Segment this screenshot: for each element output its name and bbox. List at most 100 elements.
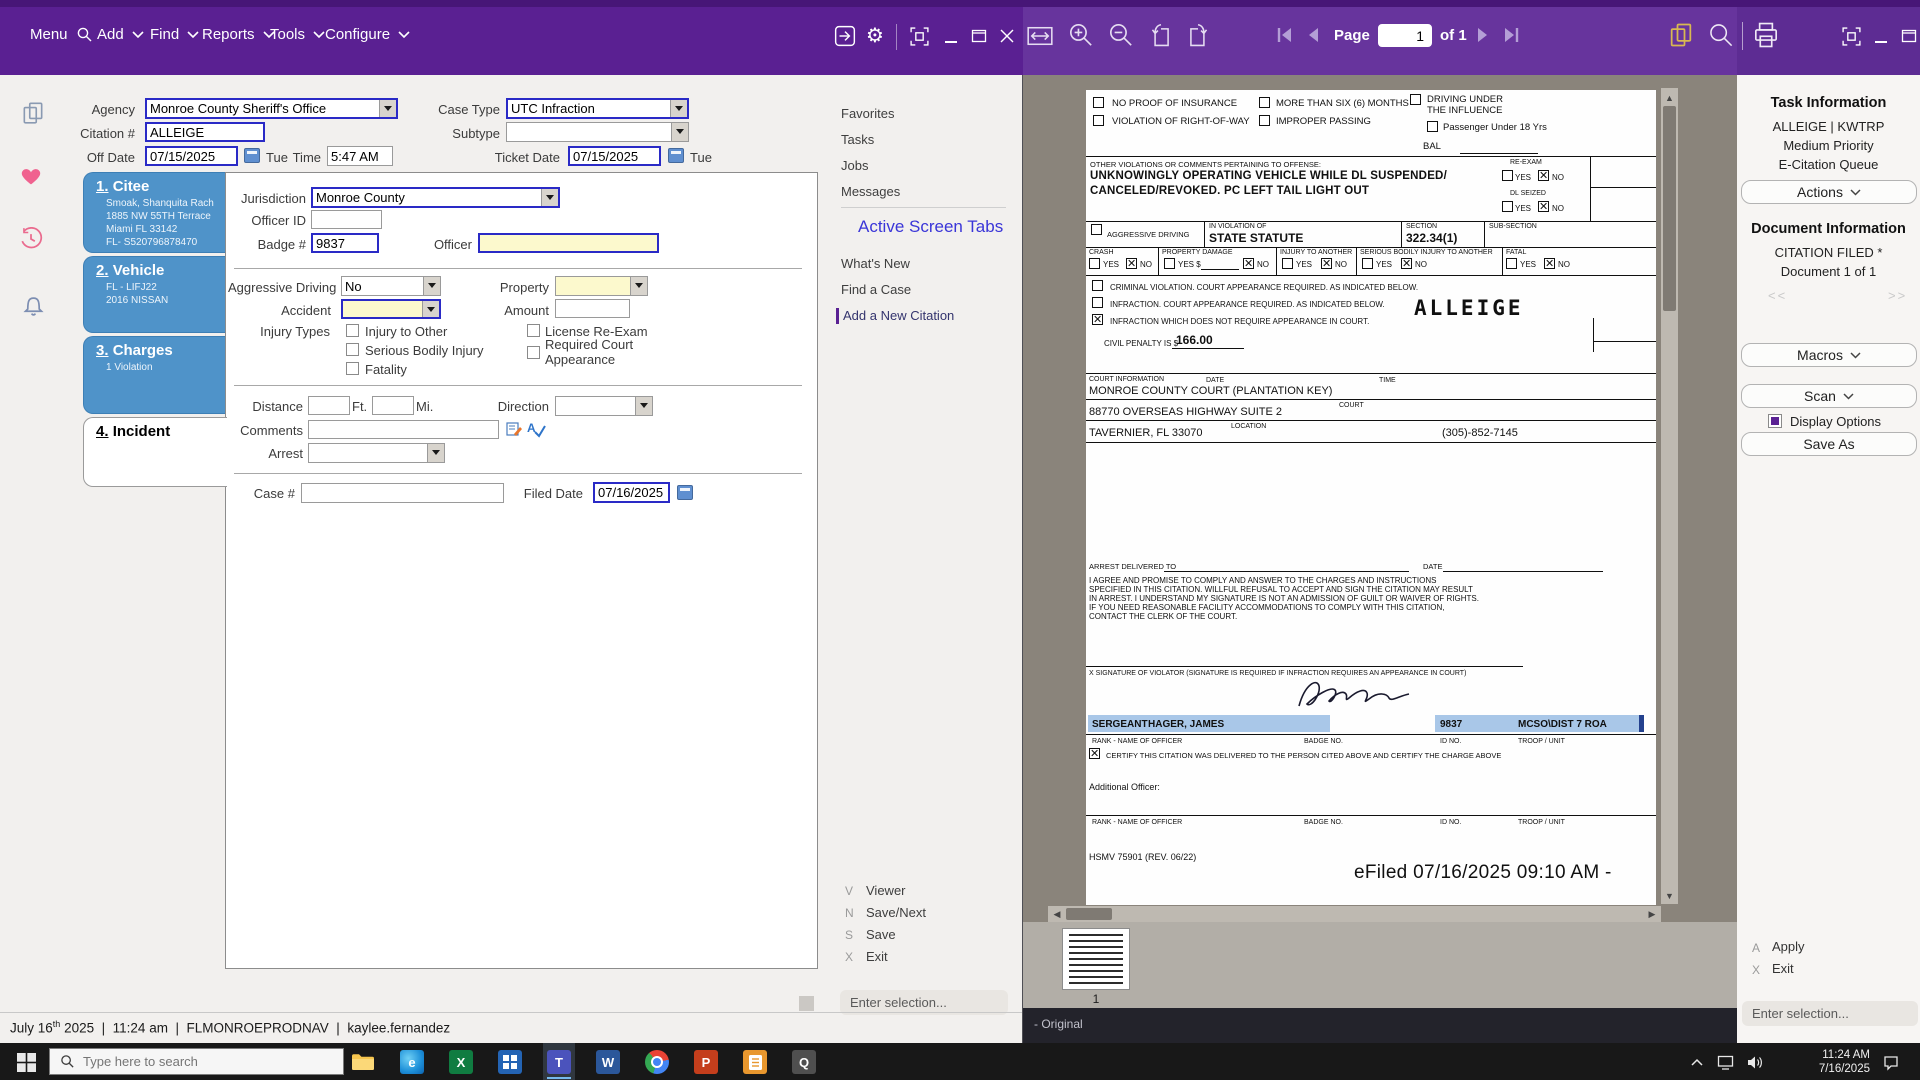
- menu-find[interactable]: Find: [150, 26, 199, 43]
- pages-panel-button[interactable]: [1666, 18, 1696, 52]
- dropdown-arrow-icon[interactable]: [379, 100, 396, 117]
- spell-check-button[interactable]: A: [526, 419, 546, 439]
- dropdown-arrow-icon[interactable]: [670, 100, 687, 117]
- dropdown-arrow-icon[interactable]: [541, 189, 558, 206]
- sidebar-item-jobs[interactable]: Jobs: [841, 158, 868, 173]
- jurisdiction-select[interactable]: Monroe County: [311, 187, 560, 208]
- exit-shortcut[interactable]: Exit: [1772, 961, 1794, 976]
- print-button[interactable]: [1750, 18, 1782, 52]
- citation-number-input[interactable]: [145, 122, 265, 142]
- sidebar-find-a-case[interactable]: Find a Case: [841, 282, 911, 297]
- next-page-button[interactable]: [1470, 20, 1496, 50]
- agency-select[interactable]: Monroe County Sheriff's Office: [145, 98, 398, 119]
- tab-citee[interactable]: 1. Citee Smoak, Shanquita Rach 1885 NW 5…: [83, 172, 225, 253]
- serious-bodily-injury-checkbox[interactable]: [346, 343, 359, 356]
- direction-select[interactable]: [555, 396, 653, 416]
- scroll-right-icon[interactable]: ▶: [1645, 906, 1659, 922]
- menu-reports[interactable]: Reports: [202, 26, 275, 43]
- taskbar-powerpoint-icon[interactable]: P: [694, 1050, 718, 1074]
- accident-select[interactable]: [341, 299, 441, 319]
- panel-minimize-button[interactable]: [1868, 21, 1894, 51]
- dropdown-arrow-icon[interactable]: [422, 301, 439, 317]
- tray-volume-icon[interactable]: [1744, 1052, 1766, 1072]
- dropdown-arrow-icon[interactable]: [423, 277, 440, 295]
- dropdown-arrow-icon[interactable]: [427, 444, 444, 462]
- shortcut-save-next[interactable]: Save/Next: [866, 905, 926, 920]
- ticket-date-input[interactable]: [568, 146, 661, 166]
- sidebar-active-screen-tabs[interactable]: Active Screen Tabs: [858, 217, 1003, 237]
- page-number-input[interactable]: [1378, 24, 1432, 47]
- distance-mi-input[interactable]: [372, 396, 414, 415]
- time-input[interactable]: [327, 146, 393, 166]
- rotate-right-button[interactable]: [1183, 19, 1213, 53]
- favorites-rail-button[interactable]: [18, 163, 44, 189]
- dropdown-arrow-icon[interactable]: [671, 123, 688, 141]
- rotate-left-button[interactable]: [1146, 19, 1176, 53]
- case-type-select[interactable]: UTC Infraction: [506, 98, 689, 119]
- menu-tools[interactable]: Tools: [270, 26, 325, 43]
- taskbar-file-explorer-icon[interactable]: [351, 1050, 375, 1074]
- taskbar-edge-icon[interactable]: e: [400, 1050, 424, 1074]
- document-search-button[interactable]: [1706, 18, 1736, 52]
- tray-clock[interactable]: 11:24 AM 7/16/2025: [1786, 1048, 1870, 1076]
- previous-document-button[interactable]: <<: [1768, 288, 1787, 303]
- scrollbar-thumb[interactable]: [1066, 908, 1112, 920]
- last-page-button[interactable]: [1498, 20, 1524, 50]
- comments-input[interactable]: [308, 420, 499, 439]
- zoom-in-button[interactable]: [1066, 18, 1096, 52]
- taskbar-search-box[interactable]: [49, 1048, 344, 1075]
- resize-grip[interactable]: [799, 996, 814, 1011]
- distance-ft-input[interactable]: [308, 396, 350, 415]
- amount-input[interactable]: [555, 299, 630, 318]
- taskbar-grid-app-icon[interactable]: [498, 1050, 522, 1074]
- sidebar-whats-new[interactable]: What's New: [841, 256, 910, 271]
- previous-page-button[interactable]: [1300, 20, 1326, 50]
- shortcut-viewer[interactable]: Viewer: [866, 883, 906, 898]
- next-document-button[interactable]: >>: [1888, 288, 1907, 303]
- zoom-out-button[interactable]: [1106, 18, 1136, 52]
- taskbar-orange-app-icon[interactable]: [743, 1050, 767, 1074]
- scroll-left-icon[interactable]: ◀: [1050, 906, 1064, 922]
- horizontal-scrollbar[interactable]: ◀ ▶: [1048, 906, 1661, 922]
- officer-input[interactable]: [478, 233, 659, 253]
- aggressive-driving-select[interactable]: No: [341, 276, 441, 296]
- taskbar-word-icon[interactable]: W: [596, 1050, 620, 1074]
- save-as-button[interactable]: Save As: [1741, 432, 1917, 456]
- tray-network-icon[interactable]: [1714, 1052, 1736, 1072]
- sidebar-item-messages[interactable]: Messages: [841, 184, 900, 199]
- copy-pages-rail-button[interactable]: [20, 100, 46, 126]
- officer-id-input[interactable]: [311, 210, 382, 229]
- fatality-checkbox[interactable]: [346, 362, 359, 375]
- menu-configure[interactable]: Configure: [325, 26, 410, 43]
- tab-vehicle[interactable]: 2. Vehicle FL - LIFJ22 2016 NISSAN: [83, 256, 225, 333]
- required-court-checkbox[interactable]: [527, 346, 540, 359]
- close-button[interactable]: [994, 21, 1020, 51]
- vertical-scrollbar[interactable]: ▲ ▼: [1661, 88, 1678, 904]
- taskbar-chrome-icon[interactable]: [645, 1050, 669, 1074]
- apply-shortcut[interactable]: Apply: [1772, 939, 1805, 954]
- sidebar-item-tasks[interactable]: Tasks: [841, 132, 874, 147]
- arrest-select[interactable]: [308, 443, 445, 463]
- subtype-select[interactable]: [506, 122, 689, 142]
- tray-action-center[interactable]: [1880, 1053, 1902, 1073]
- page-thumbnail[interactable]: [1062, 928, 1130, 990]
- macros-button[interactable]: Macros: [1741, 343, 1917, 367]
- menu-button[interactable]: Menu: [30, 26, 93, 43]
- property-select[interactable]: [555, 276, 648, 296]
- start-button[interactable]: [12, 1050, 40, 1074]
- first-page-button[interactable]: [1272, 20, 1298, 50]
- scan-button[interactable]: Scan: [1741, 384, 1917, 408]
- calendar-icon[interactable]: [668, 148, 684, 163]
- scroll-up-icon[interactable]: ▲: [1661, 90, 1678, 106]
- exit-app-button[interactable]: [832, 21, 858, 51]
- sidebar-add-new-citation[interactable]: Add a New Citation: [843, 308, 954, 323]
- edit-note-button[interactable]: [505, 420, 523, 438]
- display-options-checkbox[interactable]: [1768, 414, 1782, 428]
- panel-maximize-button[interactable]: [1896, 21, 1920, 51]
- shortcut-exit[interactable]: Exit: [866, 949, 888, 964]
- settings-button[interactable]: ⚙: [862, 20, 888, 50]
- tray-show-hidden-icons[interactable]: [1688, 1055, 1706, 1069]
- citation-document[interactable]: NO PROOF OF INSURANCE VIOLATION OF RIGHT…: [1086, 90, 1656, 905]
- panel-fullscreen-button[interactable]: [1838, 21, 1864, 51]
- taskbar-q-app-icon[interactable]: Q: [792, 1050, 816, 1074]
